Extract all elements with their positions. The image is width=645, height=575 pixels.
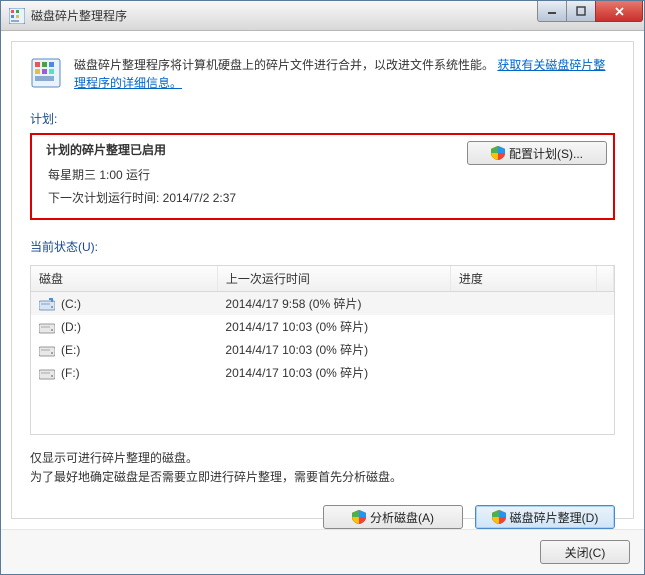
content-panel: 磁盘碎片整理程序将计算机硬盘上的碎片文件进行合并，以改进文件系统性能。 获取有关… [11, 41, 634, 519]
drive-last-run: 2014/4/17 10:03 (0% 碎片) [217, 315, 450, 338]
defrag-app-icon [30, 56, 64, 90]
table-row[interactable]: (D:) 2014/4/17 10:03 (0% 碎片) [31, 315, 614, 338]
close-label: 关闭(C) [565, 544, 606, 561]
drive-last-run: 2014/4/17 10:03 (0% 碎片) [217, 361, 450, 384]
note-line2: 为了最好地确定磁盘是否需要立即进行碎片整理，需要首先分析磁盘。 [30, 468, 615, 487]
maximize-icon [576, 6, 586, 16]
drive-progress [450, 338, 596, 361]
app-icon [9, 8, 25, 24]
content-outer: 磁盘碎片整理程序将计算机硬盘上的碎片文件进行合并，以改进文件系统性能。 获取有关… [1, 31, 644, 529]
status-section-label: 当前状态(U): [30, 238, 615, 255]
disk-table-container: 磁盘 上一次运行时间 进度 (C:) 2014/4/17 9:58 (0% 碎片)… [30, 265, 615, 435]
drive-name: (D:) [61, 320, 81, 334]
title-bar[interactable]: 磁盘碎片整理程序 [1, 1, 644, 31]
drive-progress [450, 361, 596, 384]
col-last-run[interactable]: 上一次运行时间 [217, 266, 450, 292]
intro-text: 磁盘碎片整理程序将计算机硬盘上的碎片文件进行合并，以改进文件系统性能。 获取有关… [74, 56, 615, 92]
defrag-label: 磁盘碎片整理(D) [510, 509, 599, 526]
schedule-enabled-title: 计划的碎片整理已启用 [46, 141, 467, 158]
footer: 关闭(C) [1, 529, 644, 574]
drive-name: (C:) [61, 297, 81, 311]
drive-name: (F:) [61, 366, 80, 380]
table-row[interactable]: (F:) 2014/4/17 10:03 (0% 碎片) [31, 361, 614, 384]
status-section: 当前状态(U): 磁盘 上一次运行时间 进度 (C:)2014/4/ [30, 238, 615, 529]
close-window-button[interactable] [595, 1, 643, 22]
close-icon [614, 6, 625, 17]
table-row[interactable]: (C:) 2014/4/17 9:58 (0% 碎片) [31, 292, 614, 316]
shield-icon [491, 146, 505, 160]
schedule-panel: 计划的碎片整理已启用 每星期三 1:00 运行 下一次计划运行时间: 2014/… [30, 133, 615, 220]
hdd-drive-icon [39, 366, 55, 380]
action-buttons: 分析磁盘(A) 磁盘碎片整理(D) [30, 505, 615, 529]
analyze-label: 分析磁盘(A) [370, 509, 434, 526]
schedule-next-run: 下一次计划运行时间: 2014/7/2 2:37 [46, 189, 467, 206]
table-header-row: 磁盘 上一次运行时间 进度 [31, 266, 614, 292]
window-title: 磁盘碎片整理程序 [31, 7, 538, 24]
drive-last-run: 2014/4/17 10:03 (0% 碎片) [217, 338, 450, 361]
shield-icon [352, 510, 366, 524]
schedule-section-label: 计划: [30, 110, 615, 127]
system-drive-icon [39, 297, 55, 311]
hdd-drive-icon [39, 343, 55, 357]
drive-name: (E:) [61, 343, 80, 357]
configure-schedule-label: 配置计划(S)... [509, 145, 583, 162]
hdd-drive-icon [39, 320, 55, 334]
schedule-frequency: 每星期三 1:00 运行 [46, 166, 467, 183]
maximize-button[interactable] [566, 1, 596, 22]
minimize-button[interactable] [537, 1, 567, 22]
configure-schedule-button[interactable]: 配置计划(S)... [467, 141, 607, 165]
note-line1: 仅显示可进行碎片整理的磁盘。 [30, 449, 615, 468]
col-progress[interactable]: 进度 [450, 266, 596, 292]
close-button[interactable]: 关闭(C) [540, 540, 630, 564]
disk-table: 磁盘 上一次运行时间 进度 (C:) 2014/4/17 9:58 (0% 碎片)… [31, 266, 614, 384]
intro-section: 磁盘碎片整理程序将计算机硬盘上的碎片文件进行合并，以改进文件系统性能。 获取有关… [30, 56, 615, 92]
col-disk[interactable]: 磁盘 [31, 266, 217, 292]
table-row[interactable]: (E:) 2014/4/17 10:03 (0% 碎片) [31, 338, 614, 361]
drive-progress [450, 292, 596, 316]
minimize-icon [547, 6, 557, 16]
note-text: 仅显示可进行碎片整理的磁盘。 为了最好地确定磁盘是否需要立即进行碎片整理，需要首… [30, 449, 615, 487]
defragment-disk-button[interactable]: 磁盘碎片整理(D) [475, 505, 615, 529]
analyze-disk-button[interactable]: 分析磁盘(A) [323, 505, 463, 529]
window-controls [538, 1, 643, 22]
shield-icon [492, 510, 506, 524]
schedule-info: 计划的碎片整理已启用 每星期三 1:00 运行 下一次计划运行时间: 2014/… [38, 141, 467, 212]
defrag-window: 磁盘碎片整理程序 磁盘碎片整理程序将计算机硬盘上的碎片文件进行合并，以改进文件系… [0, 0, 645, 575]
col-spacer [596, 266, 613, 292]
drive-last-run: 2014/4/17 9:58 (0% 碎片) [217, 292, 450, 316]
intro-description: 磁盘碎片整理程序将计算机硬盘上的碎片文件进行合并，以改进文件系统性能。 [74, 58, 494, 72]
drive-progress [450, 315, 596, 338]
